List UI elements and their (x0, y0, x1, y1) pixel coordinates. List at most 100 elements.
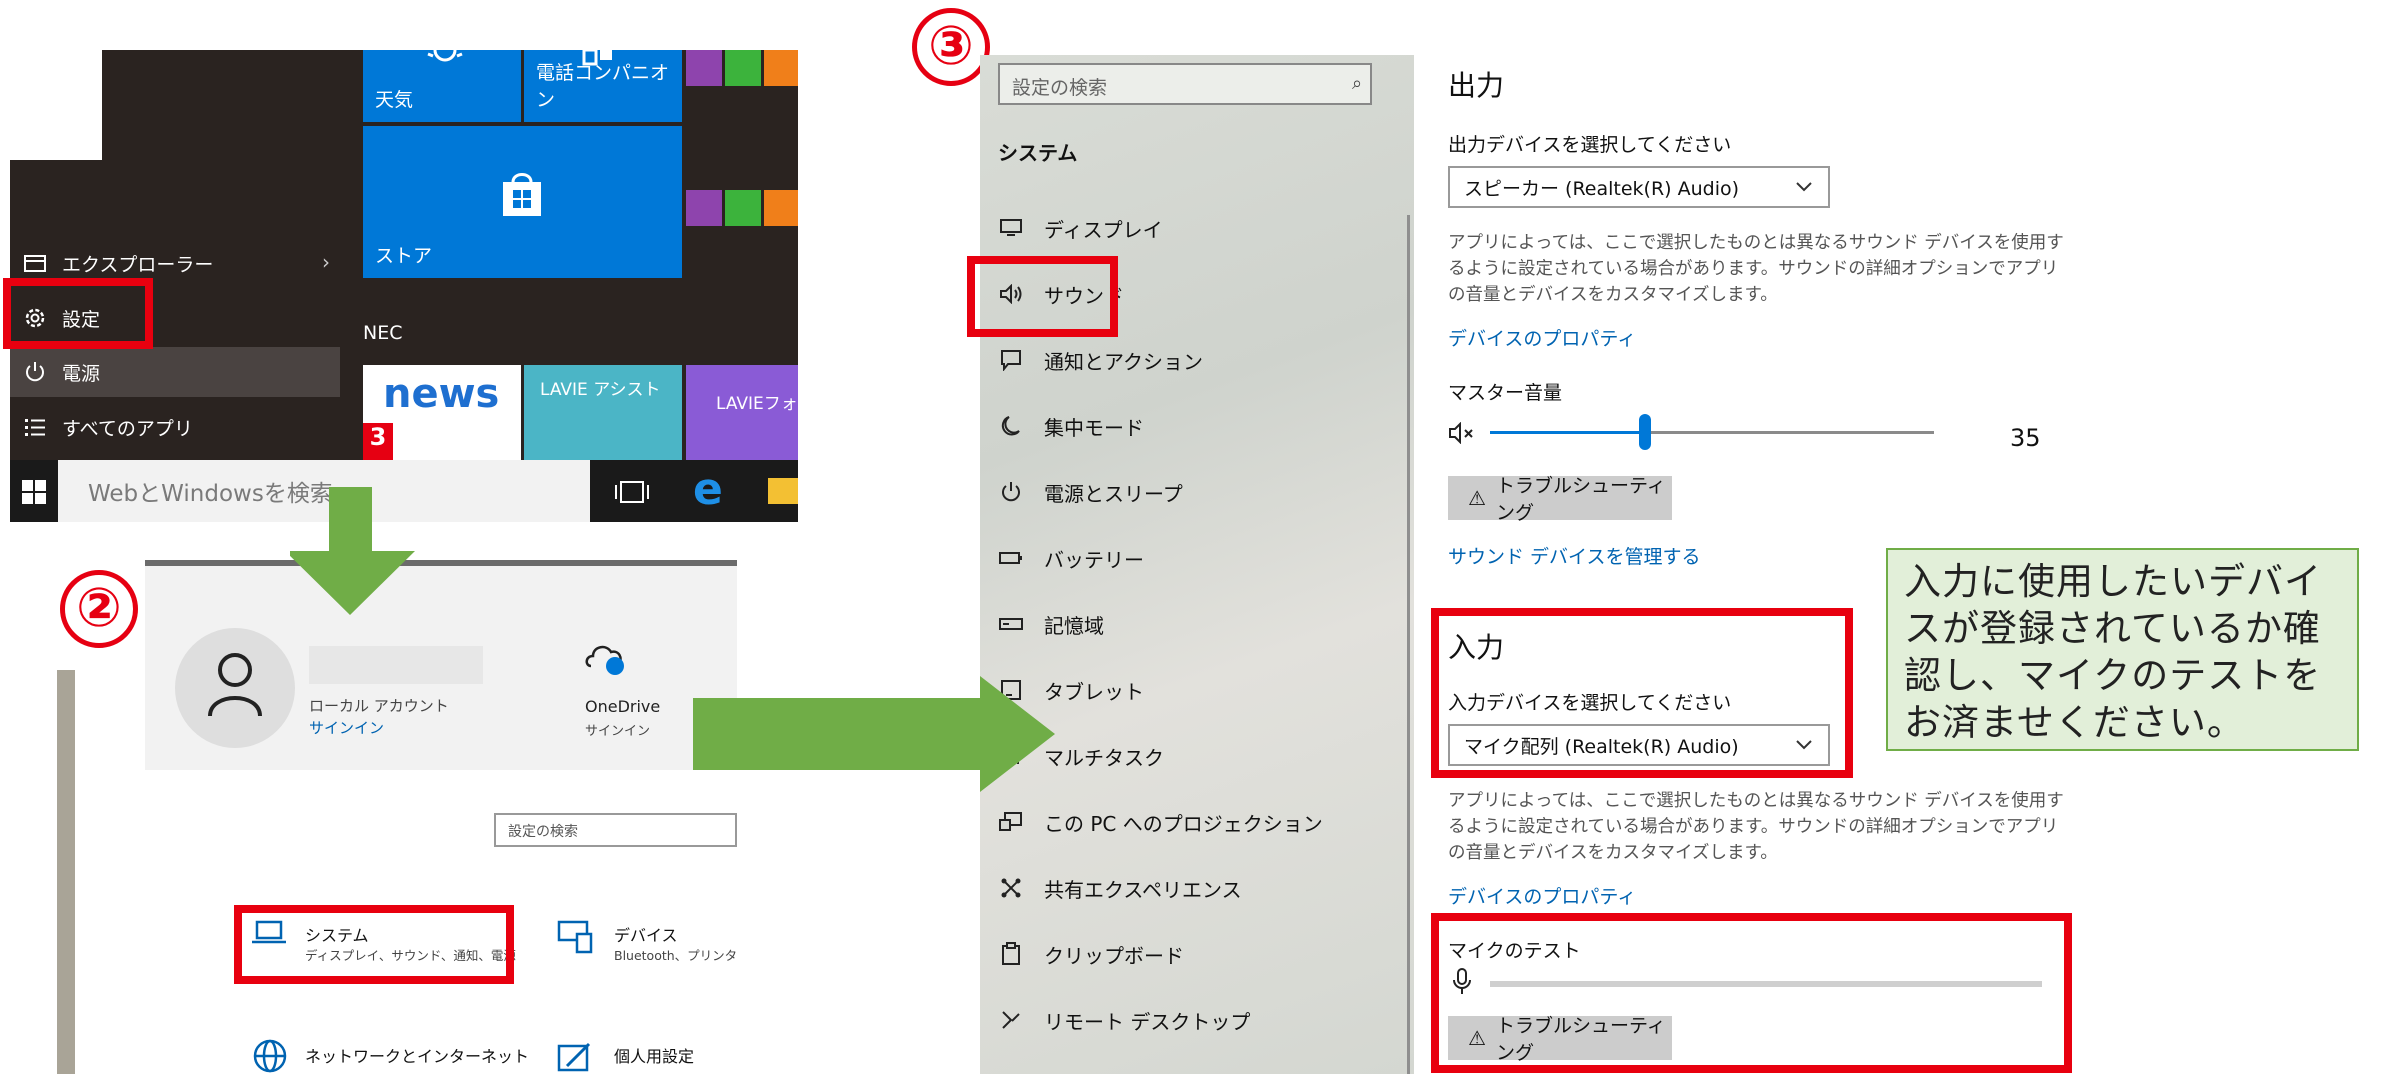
input-select-label: 入力デバイスを選択してください (1448, 692, 1732, 714)
mute-icon[interactable] (1448, 422, 1478, 444)
input-device-value: マイク配列 (Realtek(R) Audio) (1464, 735, 1739, 758)
start-menu: 天気 電話コンパニオン ストア NEC news 3 LAVIE アシスト LA… (10, 50, 798, 522)
app-tile-small[interactable] (725, 190, 761, 226)
power-icon (22, 359, 48, 385)
output-device-select[interactable]: スピーカー (Realtek(R) Audio) (1448, 166, 1830, 208)
monitor-icon (998, 215, 1024, 241)
start-item-settings[interactable]: 設定 (10, 293, 340, 343)
account-signin-link[interactable]: サインイン (309, 717, 384, 738)
account-name-redacted (309, 646, 483, 684)
clipboard-icon (998, 941, 1024, 967)
microphone-icon (1452, 968, 1472, 996)
nav-header: システム (998, 141, 1078, 165)
moon-icon (998, 413, 1024, 439)
onedrive-subtitle: サインイン (585, 724, 651, 739)
nav-item-notifications[interactable]: 通知とアクション (998, 340, 1203, 380)
tile-group-label: NEC (363, 322, 403, 344)
nav-item-shared[interactable]: 共有エクスペリエンス (998, 868, 1242, 908)
output-device-properties-link[interactable]: デバイスのプロパティ (1448, 324, 1636, 351)
scrollbar[interactable] (1407, 215, 1410, 1074)
avatar[interactable] (175, 628, 295, 748)
store-icon (503, 173, 541, 216)
start-item-label: エクスプローラー (62, 253, 214, 276)
category-personalization-title[interactable]: 個人用設定 (614, 1043, 694, 1067)
tile-label: 電話コンパニオン (536, 62, 670, 111)
windows-logo-icon[interactable] (22, 480, 46, 504)
arrow-right-step2-to-step3 (693, 676, 1055, 792)
edge-icon[interactable]: e (693, 468, 723, 512)
volume-slider-track[interactable] (1490, 414, 1934, 450)
output-troubleshoot-button[interactable]: ⚠ トラブルシューティング (1448, 475, 1672, 524)
nav-item-display[interactable]: ディスプレイ (998, 208, 1163, 248)
nav-item-label: 集中モード (1044, 415, 1144, 440)
category-devices-title[interactable]: デバイス (614, 922, 678, 946)
volume-value: 35 (2010, 424, 2041, 452)
category-system-title[interactable]: システム (305, 922, 369, 946)
tile-news[interactable]: news 3 (363, 365, 521, 460)
settings-home-window: ローカル アカウント サインイン OneDrive サインイン 設定の検索 シス… (57, 560, 737, 1074)
app-tile-small[interactable] (764, 190, 798, 226)
tile-lavie-photo[interactable]: LAVIEフォト (686, 365, 798, 460)
onedrive-title: OneDrive (585, 697, 661, 716)
start-item-label: 電源 (62, 362, 101, 385)
keyboard-icon (557, 920, 593, 954)
tile-lavie-assist[interactable]: LAVIE アシスト (524, 365, 682, 460)
category-system-sub: ディスプレイ、サウンド、通知、電源 (305, 948, 516, 963)
nav-item-clipboard[interactable]: クリップボード (998, 934, 1184, 974)
nav-search-input[interactable]: 設定の検索 (998, 63, 1372, 105)
tile-phone-companion[interactable]: 電話コンパニオン (524, 50, 682, 122)
input-description: アプリによっては、ここで選択したものとは異なるサウンド デバイスを使用するように… (1448, 791, 2064, 863)
tile-store[interactable]: ストア (363, 126, 682, 278)
app-tile-small[interactable] (686, 50, 722, 86)
output-select-label: 出力デバイスを選択してください (1448, 134, 1732, 156)
nav-item-battery[interactable]: バッテリー (998, 538, 1144, 578)
volume-slider-thumb[interactable] (1639, 414, 1652, 450)
warning-icon: ⚠ (1468, 1026, 1486, 1050)
input-troubleshoot-button[interactable]: ⚠ トラブルシューティング (1448, 1015, 1672, 1064)
nav-item-label: タブレット (1044, 679, 1144, 704)
nav-item-label: バッテリー (1044, 547, 1144, 572)
nav-item-sound[interactable]: サウンド (998, 274, 1124, 314)
output-device-value: スピーカー (Realtek(R) Audio) (1464, 177, 1740, 200)
tile-weather[interactable]: 天気 (363, 50, 521, 122)
chevron-right-icon: › (322, 250, 330, 274)
manage-sound-devices-link[interactable]: サウンド デバイスを管理する (1448, 542, 1700, 569)
nav-item-label: マルチタスク (1044, 745, 1164, 770)
nav-item-power[interactable]: 電源とスリープ (998, 472, 1183, 512)
volume-slider-fill (1490, 431, 1646, 434)
nav-item-focus[interactable]: 集中モード (998, 406, 1144, 446)
app-tile-small[interactable] (686, 190, 722, 226)
nav-item-storage[interactable]: 記憶域 (998, 604, 1104, 644)
app-tile-small[interactable] (725, 50, 761, 86)
app-tile-small[interactable] (764, 50, 798, 86)
drive-icon (998, 611, 1024, 637)
callout-note: 入力に使用したいデバイスが登録されているか確認し、マイクのテストをお済ませくださ… (1886, 548, 2359, 751)
nav-item-remote-desktop[interactable]: リモート デスクトップ (998, 1000, 1250, 1040)
person-icon (208, 653, 262, 717)
file-explorer-icon[interactable] (768, 478, 798, 504)
globe-icon (252, 1038, 288, 1074)
output-description: アプリによっては、ここで選択したものとは異なるサウンド デバイスを使用するように… (1448, 233, 2064, 305)
input-device-select[interactable]: マイク配列 (Realtek(R) Audio) (1448, 724, 1830, 766)
warning-icon: ⚠ (1468, 486, 1486, 510)
category-network-title[interactable]: ネットワークとインターネット (305, 1043, 529, 1067)
projection-icon (998, 809, 1024, 835)
input-device-properties-link[interactable]: デバイスのプロパティ (1448, 882, 1636, 909)
nav-item-label: 電源とスリープ (1044, 481, 1183, 506)
tile-label: 天気 (375, 89, 414, 111)
start-item-label: すべてのアプリ (62, 417, 193, 440)
personalization-icon (557, 1040, 593, 1074)
news-badge: 3 (363, 423, 393, 460)
onedrive-icon[interactable] (585, 640, 627, 676)
news-logo: news (383, 371, 500, 417)
nav-item-projection[interactable]: この PC へのプロジェクション (998, 802, 1323, 842)
nav-item-label: 記憶域 (1044, 613, 1104, 638)
input-heading: 入力 (1448, 631, 1505, 664)
account-type: ローカル アカウント (309, 697, 449, 715)
task-view-icon[interactable] (615, 480, 649, 504)
start-item-all-apps[interactable]: すべてのアプリ (10, 402, 340, 452)
settings-search-input[interactable]: 設定の検索 (494, 813, 737, 847)
button-label: トラブルシューティング (1495, 475, 1666, 524)
start-item-power[interactable]: 電源 (10, 347, 340, 397)
start-item-explorer[interactable]: エクスプローラー › (10, 238, 340, 288)
